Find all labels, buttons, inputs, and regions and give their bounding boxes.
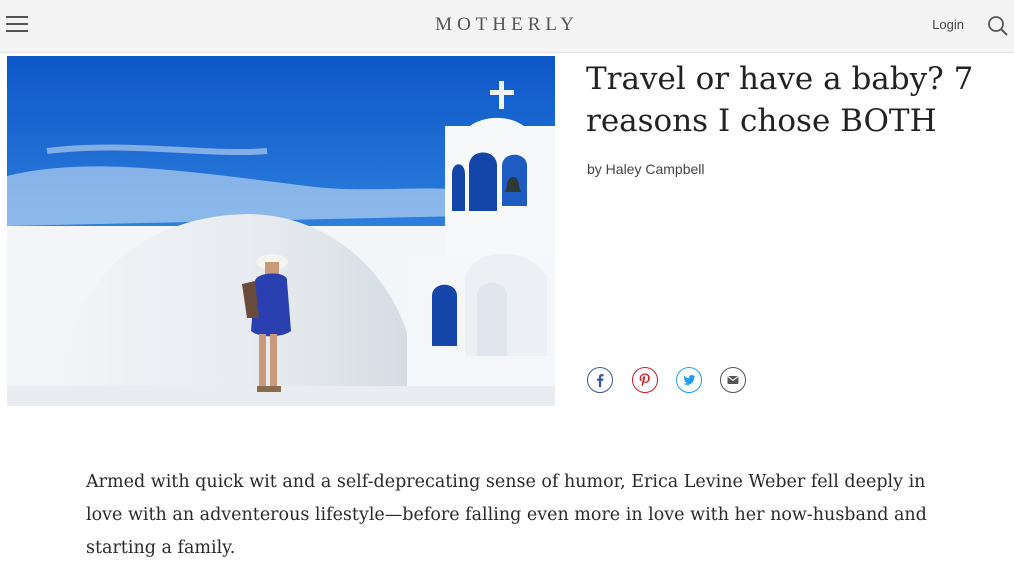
twitter-icon[interactable]: [676, 367, 702, 393]
facebook-icon[interactable]: [587, 367, 613, 393]
hero-image: [7, 56, 555, 406]
pinterest-icon[interactable]: [632, 367, 658, 393]
site-header: MOTHERLY Login: [0, 0, 1014, 53]
login-link[interactable]: Login: [932, 17, 964, 32]
article-title: Travel or have a baby? 7 reasons I chose…: [586, 61, 974, 139]
site-logo[interactable]: MOTHERLY: [0, 14, 1014, 36]
email-icon[interactable]: [720, 367, 746, 393]
search-icon[interactable]: [986, 14, 1010, 38]
article-intro: Armed with quick wit and a self-deprecat…: [86, 472, 927, 558]
article-byline: by Haley Campbell: [587, 161, 705, 177]
